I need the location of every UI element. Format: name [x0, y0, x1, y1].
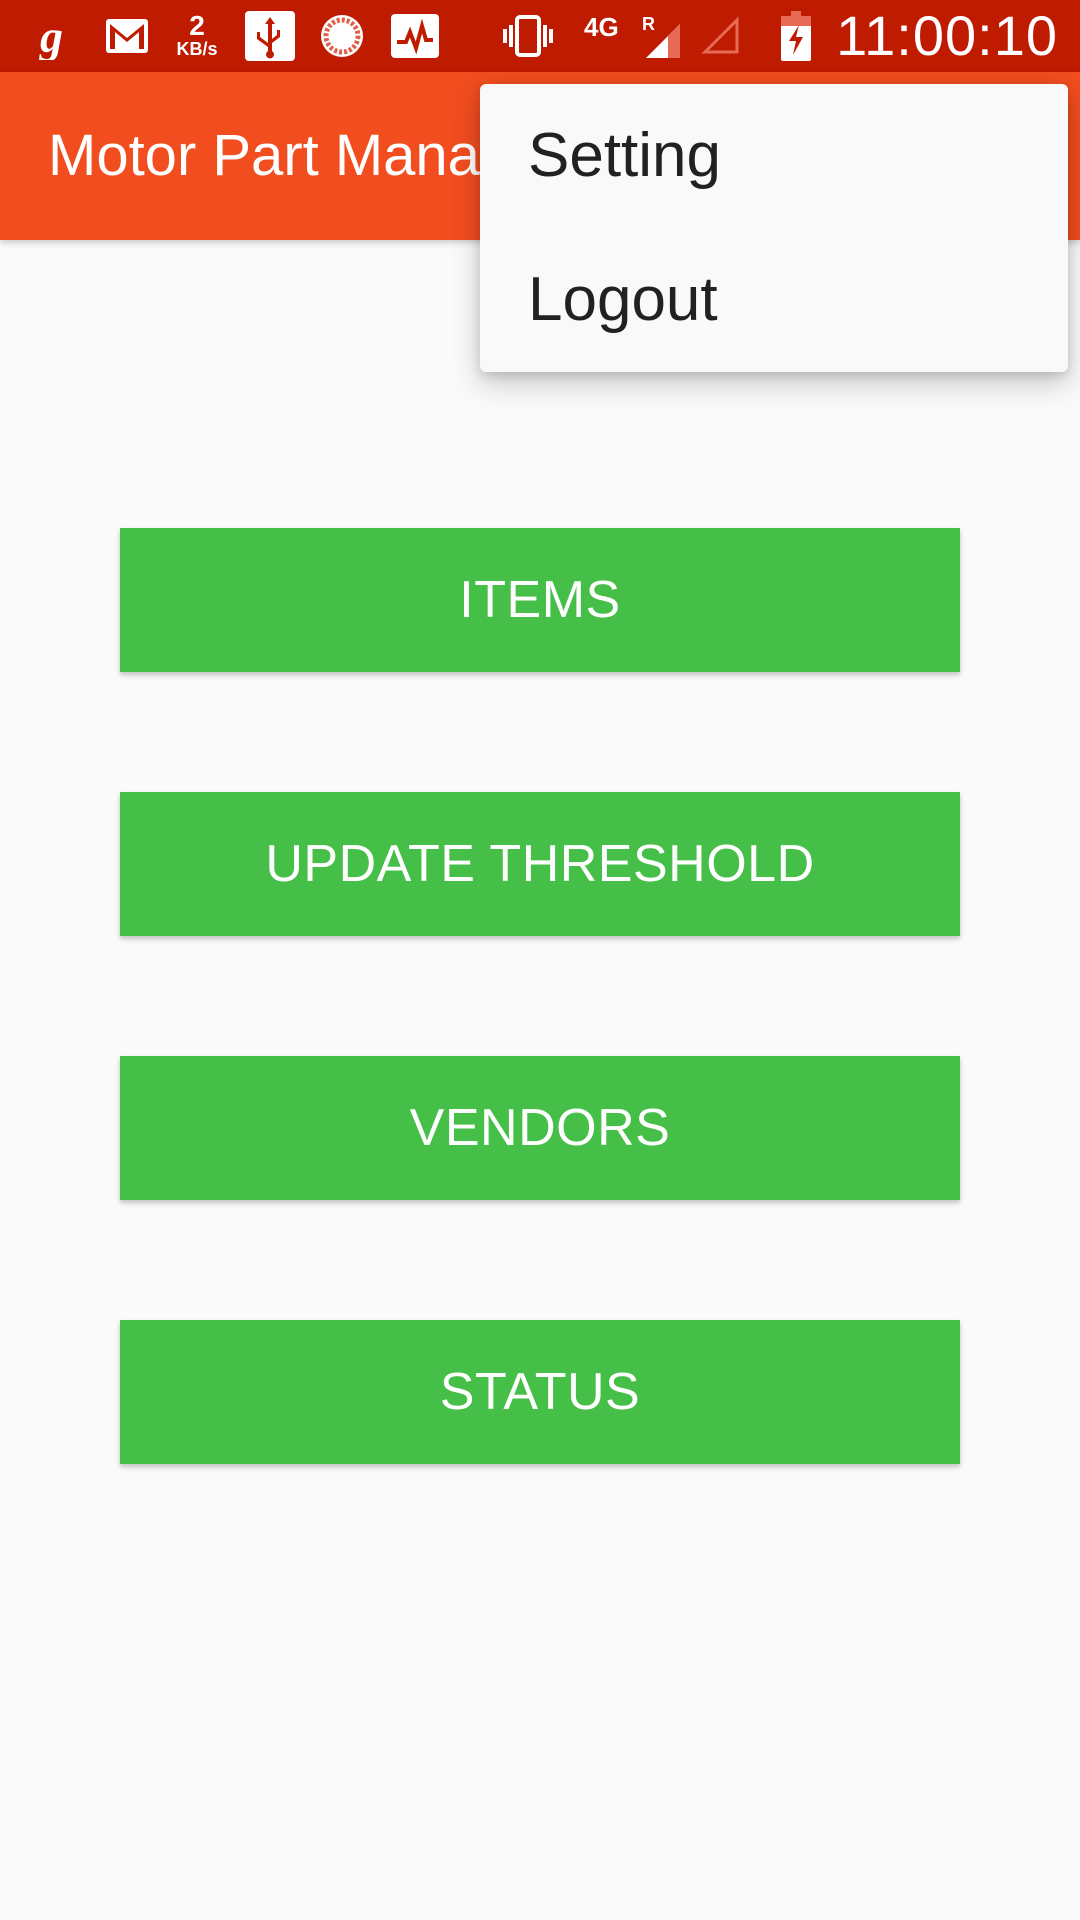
items-button[interactable]: ITEMS: [120, 528, 960, 672]
usb-icon: [244, 11, 296, 61]
menu-item-logout-label: Logout: [528, 265, 718, 334]
network-speed-icon: 2 KB/s: [170, 12, 224, 60]
svg-text:g: g: [39, 12, 63, 60]
clock: 11:00:10: [836, 4, 1058, 67]
status-button[interactable]: STATUS: [120, 1320, 960, 1464]
menu-item-setting-label: Setting: [528, 121, 722, 190]
status-bar: g 2 KB/s 4G R 11:00:10: [0, 0, 1080, 72]
gmail-icon: [104, 12, 150, 60]
vibrate-icon: [500, 12, 556, 60]
network-type-label: 4G: [584, 12, 619, 42]
battery-charging-icon: [778, 11, 814, 61]
g-app-icon: g: [34, 12, 78, 60]
activity-icon: [390, 12, 440, 60]
update-threshold-button[interactable]: UPDATE THRESHOLD: [120, 792, 960, 936]
signal-empty-icon: [700, 12, 742, 60]
menu-item-logout[interactable]: Logout: [480, 228, 1068, 372]
sync-icon: [318, 12, 366, 60]
signal-4g-icon: 4G R: [584, 12, 684, 60]
overflow-menu: Setting Logout: [480, 84, 1068, 372]
network-speed-value: 2: [189, 10, 205, 41]
menu-item-setting[interactable]: Setting: [480, 84, 1068, 228]
vendors-button[interactable]: VENDORS: [120, 1056, 960, 1200]
network-speed-unit: KB/s: [176, 39, 218, 59]
